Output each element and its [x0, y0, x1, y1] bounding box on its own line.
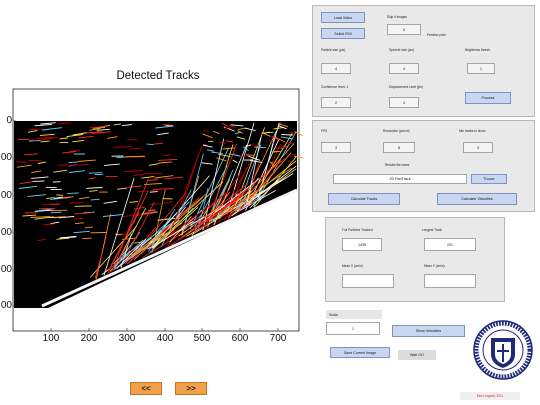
- displacement-limit-field[interactable]: 4: [389, 97, 419, 108]
- credit-text: Ken Leopold, 2011: [460, 392, 520, 400]
- load-video-button[interactable]: Load Video: [321, 12, 365, 23]
- brightness-threshold-field[interactable]: 1: [467, 63, 495, 74]
- track-streak: [124, 155, 146, 158]
- resolution-label: Resolution (px/cm): [383, 129, 410, 133]
- mean-x-field[interactable]: [342, 274, 394, 288]
- full-particles-label: Full Particles Tracked: [342, 228, 373, 232]
- track-streak: [90, 198, 100, 201]
- track-streak: [262, 131, 274, 134]
- speckle-size-label: Speckle size (pix): [389, 48, 414, 52]
- full-particles-field[interactable]: 1435: [342, 238, 382, 251]
- particle-size-field[interactable]: 4: [321, 63, 351, 74]
- x-tick-label: 200: [80, 333, 98, 344]
- track-streak: [282, 145, 288, 147]
- track-streak: [29, 128, 42, 131]
- previous-frame-button[interactable]: <<: [130, 382, 162, 395]
- x-tick-label: 700: [269, 333, 287, 344]
- displacement-limit-label: Displacement Limit (pix): [389, 85, 424, 89]
- y-tick-label: 00: [0, 190, 12, 201]
- brightness-threshold-label: Brightness thresh.: [465, 48, 491, 52]
- track-streak: [38, 207, 56, 210]
- results-file-field[interactable]: Z0-FishTrack: [333, 174, 467, 184]
- x-tick-label: 600: [231, 333, 249, 344]
- track-streak: [148, 172, 163, 175]
- confidence-label: Confidence level: 1: [321, 85, 349, 89]
- confidence-field[interactable]: 2: [321, 97, 351, 108]
- resolution-field[interactable]: 8: [383, 142, 415, 153]
- skip-frames-label: Skip # images: [387, 15, 408, 19]
- track-streak: [51, 209, 68, 212]
- calculate-velocities-button[interactable]: Calculate Velocities: [437, 193, 517, 205]
- output-panel: FPS 3 Resolution (px/cm) 8 Min tracks to…: [312, 120, 535, 212]
- longest-track-label: Longest Track: [422, 228, 443, 232]
- track-plot: [12, 88, 304, 332]
- save-image-button[interactable]: Save Current Image: [330, 347, 390, 358]
- x-tick-label: 400: [156, 333, 174, 344]
- x-tick-label: 100: [42, 333, 60, 344]
- calculate-tracks-button[interactable]: Calculate Tracks: [328, 193, 400, 205]
- stats-panel: Full Particles Tracked 1435 Longest Trac…: [325, 217, 505, 302]
- y-tick-label: 00: [0, 227, 12, 238]
- mean-y-field[interactable]: [424, 274, 476, 288]
- fps-label: FPS: [321, 129, 328, 133]
- particle-size-label: Particle size (pix): [321, 48, 346, 52]
- track-streak: [82, 237, 92, 240]
- preview-label: Preview pixel: [427, 33, 446, 37]
- next-frame-button[interactable]: >>: [175, 382, 207, 395]
- scale-label: Scale: [326, 310, 382, 319]
- fps-field[interactable]: 3: [321, 142, 351, 153]
- min-tracks-field[interactable]: 3: [463, 142, 493, 153]
- longest-track-field[interactable]: 201: [424, 238, 476, 251]
- select-roi-button[interactable]: Select ROI: [321, 28, 365, 39]
- x-tick-label: 300: [118, 333, 136, 344]
- track-streak: [146, 143, 154, 146]
- y-tick-label: 00: [0, 152, 12, 163]
- results-file-label: Results file name: [385, 163, 410, 167]
- y-tick-label: 0: [6, 115, 12, 126]
- track-streak: [254, 146, 267, 149]
- min-tracks-label: Min tracks to show: [459, 129, 486, 133]
- mean-x-label: Mean X (cm/s): [342, 264, 363, 268]
- browse-button[interactable]: Trouve: [471, 174, 507, 184]
- show-velocities-button[interactable]: Show Velocities: [392, 325, 465, 337]
- mean-y-label: Mean Y (cm/s): [424, 264, 445, 268]
- track-streak: [50, 211, 62, 214]
- scale-field[interactable]: 1: [326, 322, 380, 335]
- track-streak: [113, 146, 132, 148]
- university-seal-logo: [473, 320, 533, 380]
- track-streak: [73, 217, 83, 220]
- speckle-size-field[interactable]: 4: [389, 63, 419, 74]
- y-tick-label: 00: [0, 264, 12, 275]
- x-tick-label: 500: [193, 333, 211, 344]
- track-streak: [88, 172, 103, 174]
- settings-panel: Load Video Select ROI Skip # images 0 Pr…: [312, 5, 535, 117]
- plot-title: Detected Tracks: [116, 70, 200, 82]
- track-streak: [149, 191, 158, 193]
- status-field: Wait GO: [398, 350, 436, 360]
- y-tick-label: 00: [0, 300, 12, 311]
- track-streak: [31, 180, 45, 182]
- track-streak: [246, 154, 255, 156]
- skip-frames-field[interactable]: 0: [387, 24, 421, 35]
- track-streak: [147, 209, 156, 212]
- process-button[interactable]: Process: [465, 92, 511, 104]
